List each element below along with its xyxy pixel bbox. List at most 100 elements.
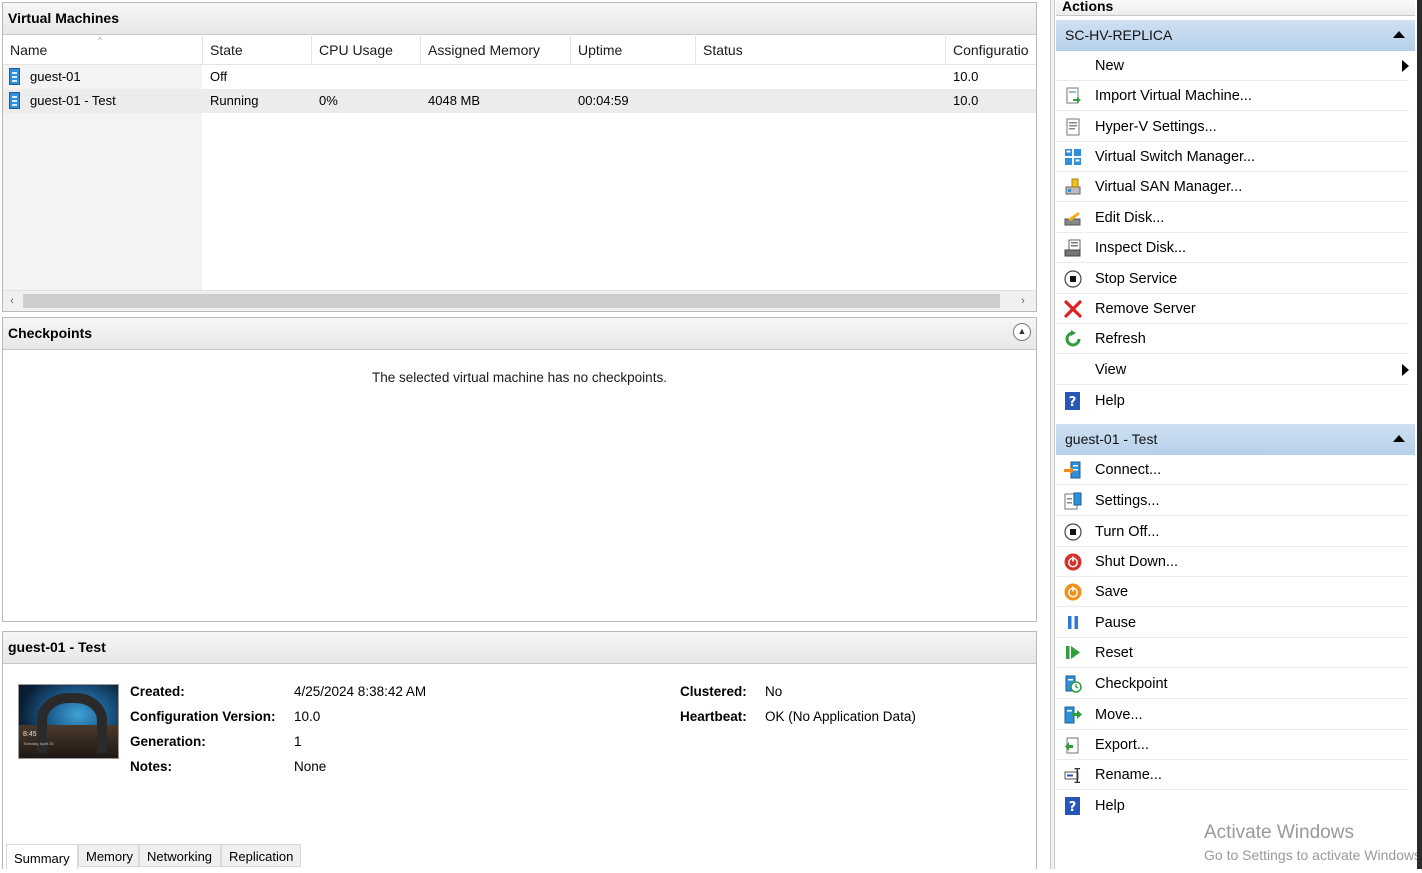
pause-icon bbox=[1068, 616, 1078, 629]
action-label: Pause bbox=[1095, 615, 1137, 631]
action-settings[interactable]: Settings... bbox=[1056, 486, 1409, 516]
action-view[interactable]: View bbox=[1056, 355, 1409, 385]
column-state[interactable]: State bbox=[203, 34, 312, 64]
turn-off-icon bbox=[1064, 523, 1082, 541]
scroll-right-arrow[interactable]: › bbox=[1014, 291, 1032, 311]
action-move[interactable]: Move... bbox=[1056, 700, 1409, 730]
actions-title: Actions bbox=[1056, 0, 1415, 16]
actions-group-vm[interactable]: guest-01 - Test bbox=[1056, 424, 1415, 455]
column-cpu-usage[interactable]: CPU Usage bbox=[312, 34, 421, 64]
collapse-triangle-icon[interactable] bbox=[1393, 435, 1405, 442]
rename-icon bbox=[1064, 768, 1080, 783]
action-stop-service[interactable]: Stop Service bbox=[1056, 264, 1409, 294]
vm-table: Name ^ State CPU Usage Assigned Memory Up… bbox=[3, 34, 1036, 311]
sort-up-icon: ^ bbox=[98, 36, 102, 45]
checkpoint-icon bbox=[1065, 675, 1082, 693]
generation-value: 1 bbox=[294, 734, 302, 749]
svg-text:?: ? bbox=[1069, 395, 1077, 410]
import-icon bbox=[1066, 87, 1081, 104]
vm-name: guest-01 bbox=[30, 69, 81, 84]
action-shut-down[interactable]: Shut Down... bbox=[1056, 547, 1409, 577]
action-hyper-v-settings[interactable]: Hyper-V Settings... bbox=[1056, 112, 1409, 142]
vm-config-version: 10.0 bbox=[953, 93, 979, 108]
action-new[interactable]: New bbox=[1056, 51, 1409, 81]
action-label: Virtual Switch Manager... bbox=[1095, 149, 1256, 165]
action-label: Stop Service bbox=[1095, 271, 1178, 287]
action-label: Save bbox=[1095, 584, 1129, 600]
column-status[interactable]: Status bbox=[696, 34, 946, 64]
action-label: Edit Disk... bbox=[1095, 210, 1165, 226]
virtual-machine-icon bbox=[9, 68, 20, 85]
action-label: View bbox=[1095, 362, 1127, 378]
action-turn-off[interactable]: Turn Off... bbox=[1056, 517, 1409, 547]
tab-memory[interactable]: Memory bbox=[78, 844, 139, 867]
horizontal-scrollbar[interactable]: ‹ › bbox=[3, 290, 1036, 311]
action-import-virtual-machine[interactable]: Import Virtual Machine... bbox=[1056, 81, 1409, 111]
move-icon bbox=[1064, 706, 1082, 724]
action-save[interactable]: Save bbox=[1056, 577, 1409, 607]
action-label: Hyper-V Settings... bbox=[1095, 119, 1217, 135]
action-checkpoint[interactable]: Checkpoint bbox=[1056, 669, 1409, 699]
column-name[interactable]: Name ^ bbox=[3, 34, 203, 64]
action-export[interactable]: Export... bbox=[1056, 730, 1409, 760]
thumbnail-date: Tuesday, April 25 bbox=[23, 741, 54, 746]
action-label: New bbox=[1095, 58, 1125, 74]
action-rename[interactable]: Rename... bbox=[1056, 760, 1409, 790]
action-help-server[interactable]: ? Help bbox=[1056, 386, 1409, 416]
collapse-up-icon[interactable]: ▲ bbox=[1013, 323, 1031, 341]
scroll-left-arrow[interactable]: ‹ bbox=[3, 291, 21, 311]
action-label: Move... bbox=[1095, 707, 1143, 723]
vm-state: Running bbox=[210, 93, 259, 108]
vm-state: Off bbox=[210, 69, 228, 84]
server-group-label: SC-HV-REPLICA bbox=[1065, 27, 1173, 43]
action-label: Turn Off... bbox=[1095, 524, 1160, 540]
vm-name: guest-01 - Test bbox=[30, 93, 116, 108]
window-edge bbox=[1417, 0, 1422, 869]
close-icon bbox=[1064, 300, 1082, 318]
action-label: Help bbox=[1095, 798, 1125, 814]
heartbeat-value: OK (No Application Data) bbox=[765, 709, 916, 724]
column-configuration[interactable]: Configuratio bbox=[946, 34, 1038, 64]
column-assigned-memory[interactable]: Assigned Memory bbox=[421, 34, 571, 64]
virtual-machines-pane: Virtual Machines Name ^ State CPU Usage A… bbox=[2, 2, 1037, 312]
checkpoints-pane: Checkpoints ▲ The selected virtual machi… bbox=[2, 317, 1037, 622]
table-row[interactable]: guest-01 Off 10.0 bbox=[3, 65, 1036, 89]
edit-disk-icon bbox=[1064, 212, 1081, 226]
action-edit-disk[interactable]: Edit Disk... bbox=[1056, 203, 1409, 233]
tab-summary[interactable]: Summary bbox=[6, 844, 78, 870]
submenu-arrow-icon bbox=[1402, 60, 1409, 72]
activate-windows-subtext: Go to Settings to activate Windows. bbox=[1204, 847, 1420, 863]
action-inspect-disk[interactable]: Inspect Disk... bbox=[1056, 233, 1409, 263]
vm-screen-thumbnail[interactable]: 8:45 Tuesday, April 25 bbox=[18, 684, 119, 759]
refresh-icon bbox=[1065, 330, 1081, 347]
collapse-triangle-icon[interactable] bbox=[1393, 31, 1405, 38]
action-reset[interactable]: Reset bbox=[1056, 638, 1409, 668]
submenu-arrow-icon bbox=[1402, 364, 1409, 376]
config-version-value: 10.0 bbox=[294, 709, 321, 724]
scrollbar-thumb[interactable] bbox=[23, 294, 1000, 308]
action-label: Reset bbox=[1095, 645, 1133, 661]
action-label: Export... bbox=[1095, 737, 1149, 753]
action-virtual-switch-manager[interactable]: Virtual Switch Manager... bbox=[1056, 142, 1409, 172]
vm-table-header: Name ^ State CPU Usage Assigned Memory Up… bbox=[3, 34, 1036, 65]
actions-pane: Actions SC-HV-REPLICA New Import Virtual… bbox=[1055, 0, 1422, 869]
actions-group-server[interactable]: SC-HV-REPLICA bbox=[1056, 20, 1415, 51]
checkpoints-title: Checkpoints bbox=[3, 318, 1036, 350]
created-label: Created: bbox=[130, 684, 185, 699]
action-connect[interactable]: Connect... bbox=[1056, 455, 1409, 485]
notes-label: Notes: bbox=[130, 759, 173, 774]
action-help-vm[interactable]: ? Help bbox=[1056, 791, 1409, 821]
action-virtual-san-manager[interactable]: Virtual SAN Manager... bbox=[1056, 172, 1409, 202]
settings-document-icon bbox=[1066, 118, 1080, 136]
action-label: Inspect Disk... bbox=[1095, 240, 1187, 256]
details-title: guest-01 - Test bbox=[3, 632, 1036, 664]
thumbnail-time: 8:45 bbox=[23, 731, 37, 738]
column-uptime[interactable]: Uptime bbox=[571, 34, 696, 64]
table-row[interactable]: guest-01 - Test Running 0% 4048 MB 00:04… bbox=[3, 89, 1036, 113]
tab-networking[interactable]: Networking bbox=[139, 844, 221, 867]
action-refresh[interactable]: Refresh bbox=[1056, 324, 1409, 354]
action-remove-server[interactable]: Remove Server bbox=[1056, 294, 1409, 324]
action-pause[interactable]: Pause bbox=[1056, 608, 1409, 638]
clustered-label: Clustered: bbox=[680, 684, 747, 699]
tab-replication[interactable]: Replication bbox=[221, 844, 301, 867]
